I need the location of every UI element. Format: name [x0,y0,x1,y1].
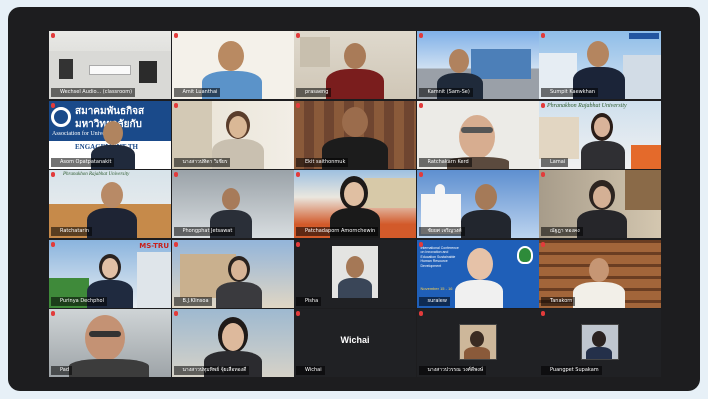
participant-tile[interactable]: Kamnit (Sam-Se) [416,31,539,99]
mic-muted-icon [418,33,423,38]
mic-muted-icon [173,172,178,177]
mic-muted-icon [541,241,545,247]
participant-name: Purinya Dechphol [51,296,107,306]
participant-tile[interactable]: นางสาวปทุมทิพย์ จุ้ยเสือทองดี [171,309,294,377]
participant-tile[interactable]: Sumpit Kaewkhan [539,31,661,99]
participant-tile[interactable]: Ekit saithonmuk [294,100,416,169]
participant-tile[interactable]: prasaeng [294,31,416,99]
mic-muted-icon [296,172,300,177]
mic-muted-icon [51,102,55,108]
participant-tile[interactable]: สมาคมพันธกิจส มหาวิทยาลัยกับ Association… [49,100,171,169]
participant-tile[interactable]: ณัฐฎา ทองคง [539,170,661,238]
mic-muted-icon [173,241,178,247]
participant-tile[interactable]: Puangpet Supakam [539,309,661,377]
mic-muted-icon [541,33,545,38]
banner-text: Phranakhon Rajabhat University [63,172,130,177]
participant-name: Kamnit (Sam-Se) [418,88,473,97]
mic-muted-icon [418,311,423,316]
participant-tile[interactable]: นางสาวปทิตา วิเชียร [171,100,294,169]
mic-muted-icon [296,311,300,316]
participant-name: Ratchatarin [51,227,93,236]
participant-tile[interactable]: International Conference on Innovation a… [416,239,539,308]
banner-text: MS-TRU [139,241,169,250]
participant-name: Lamai [541,157,569,167]
participant-tile[interactable]: Wechsel Audio... (classroom) [49,31,171,99]
participant-name: Patchadaporn Amornchewin [296,227,379,236]
participant-name: นางสาวปวรรณ วงศ์ดีพงษ์ [418,366,487,375]
participant-name: Pad [51,366,73,375]
mic-muted-icon [51,241,55,247]
mic-muted-icon [51,311,55,316]
participant-name: Wichai [296,366,325,375]
participant-name: ชัยยศ เจริญวงศ์ [418,227,465,236]
participant-tile[interactable]: Pisha [294,239,416,308]
participant-tile[interactable]: Pad [49,309,171,377]
university-logo-icon [516,245,533,264]
mic-muted-icon [51,172,55,177]
mic-muted-icon [173,33,178,38]
mic-muted-icon [418,102,423,108]
participant-name: Pisha [296,296,322,306]
participant-tile[interactable]: Patchadaporn Amornchewin [294,170,416,238]
conference-text: International Conference on Innovation a… [420,245,459,268]
mic-muted-icon [541,102,545,108]
participant-grid: Wechsel Audio... (classroom) Amit Luanth… [49,31,661,378]
participant-name: suraiew [418,296,450,306]
mic-muted-icon [541,311,545,316]
participant-tile[interactable]: ชัยยศ เจริญวงศ์ [416,170,539,238]
mic-muted-icon [173,102,178,108]
participant-name: B.J.Klinsoa [173,296,212,306]
participant-name: Sumpit Kaewkhan [541,88,599,97]
participant-tile[interactable]: Tanakorn [539,239,661,308]
mic-muted-icon [51,33,55,38]
participant-name: Ekit saithonmuk [296,157,349,167]
participant-name: Puangpet Supakam [541,366,602,375]
participant-tile[interactable]: Amit Luanthai [171,31,294,99]
banner-text: Association for Univer [52,130,107,137]
participant-name: Phongphat Jetsawat [173,227,236,236]
participant-display-name: Wichai [340,335,370,345]
participant-thumbnail [458,324,497,360]
mic-muted-icon [418,172,423,177]
mic-muted-icon [296,241,300,247]
mic-muted-icon [296,33,300,38]
participant-name: Asom Opatpatanakit [51,157,115,167]
participant-name: Tanakorn [541,296,576,306]
participant-tile[interactable]: B.J.Klinsoa [171,239,294,308]
mic-muted-icon [296,102,300,108]
participant-name: นางสาวปทิตา วิเชียร [173,157,231,167]
video-conference-window: Wechsel Audio... (classroom) Amit Luanth… [8,7,700,391]
participant-tile[interactable]: Phranakhon Rajabhat University Lamai [539,100,661,169]
participant-name: ณัฐฎา ทองคง [541,227,583,236]
participant-tile[interactable]: Phranakhon Rajabhat University Ratchatar… [49,170,171,238]
association-logo-icon [51,106,71,127]
participant-name: Ratchakarn Kerd [418,157,472,167]
participant-thumbnail [581,324,619,360]
participant-thumbnail [332,245,378,298]
participant-name: นางสาวปทุมทิพย์ จุ้ยเสือทองดี [173,366,250,375]
participant-tile[interactable]: นางสาวปวรรณ วงศ์ดีพงษ์ [416,309,539,377]
banner-text: Phranakhon Rajabhat University [547,102,627,109]
participant-tile[interactable]: Wichai Wichai [294,309,416,377]
participant-tile[interactable]: Ratchakarn Kerd [416,100,539,169]
participant-tile[interactable]: MS-TRU Purinya Dechphol [49,239,171,308]
mic-muted-icon [418,241,423,247]
mic-muted-icon [541,172,545,177]
participant-name: Amit Luanthai [173,88,221,97]
participant-name: prasaeng [296,88,332,97]
participant-tile[interactable]: Phongphat Jetsawat [171,170,294,238]
conference-date: November 15 - 16 [420,285,453,291]
participant-name: Wechsel Audio... (classroom) [51,88,136,97]
mic-muted-icon [173,311,178,316]
